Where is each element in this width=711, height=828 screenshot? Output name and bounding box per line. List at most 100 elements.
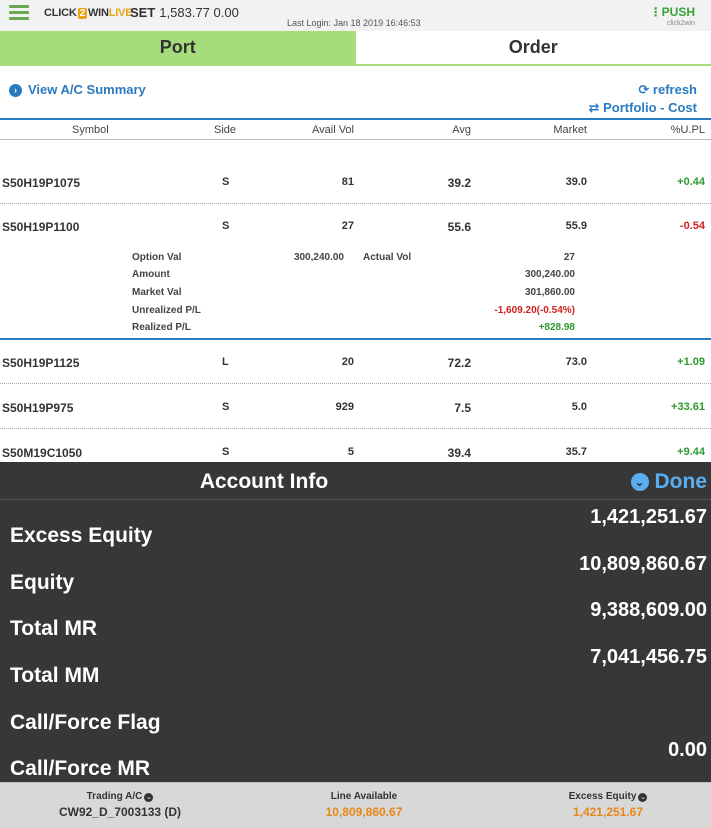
account-label: Call/Force MR	[10, 757, 151, 780]
table-row[interactable]: S50H19P1100 S 27 55.6 55.9 -0.54	[0, 204, 711, 248]
row-symbol: S50H19P1125	[2, 356, 80, 370]
footer-bar: Trading A/C ⌄ CW92_D_7003133 (D) Line Ava…	[0, 782, 711, 828]
realized-label: Realized P/L	[132, 322, 191, 333]
row-avail-vol: 20	[341, 356, 354, 368]
index-ticker: SET 1,583.77 0.00	[130, 5, 239, 20]
brand-logo: CLICK 2 WINLIVE	[44, 7, 133, 19]
row-avg: 39.4	[447, 446, 471, 460]
table-row[interactable]: S50H19P1075 S 81 39.2 39.0 +0.44	[0, 160, 711, 204]
tab-order[interactable]: Order	[355, 31, 711, 64]
menu-icon[interactable]	[9, 5, 29, 21]
actual-vol: 27	[563, 252, 575, 263]
row-market: 35.7	[565, 446, 587, 458]
row-detail-panel: Option Val 300,240.00 Actual Vol 27 Amou…	[0, 248, 711, 340]
push-button[interactable]: ⋮PUSH click2win	[650, 6, 695, 27]
refresh-icon: ⟳	[638, 82, 650, 97]
row-symbol: S50H19P1075	[2, 176, 81, 190]
row-market: 5.0	[571, 401, 587, 413]
line-available: Line Available 10,809,860.67	[325, 791, 403, 819]
account-label: Total MR	[10, 617, 98, 640]
index-name: SET	[130, 5, 156, 20]
unrealized-value: -1,609.20(-0.54%)	[494, 305, 575, 316]
account-value: 1,421,251.67	[590, 506, 707, 528]
account-row-call-force-flag: Call/Force Flag	[0, 693, 711, 739]
header-avail-vol: Avail Vol	[312, 124, 354, 136]
row-avail-vol: 27	[341, 220, 354, 232]
account-value: 0.00	[668, 739, 707, 761]
index-value: 1,583.77 0.00	[159, 5, 239, 20]
portfolio-cost-toggle[interactable]: ⇄ Portfolio - Cost	[589, 100, 697, 116]
account-info-title: Account Info	[199, 470, 329, 493]
row-upl: +9.44	[677, 446, 705, 458]
option-val-label: Option Val	[132, 252, 182, 263]
header-avg: Avg	[452, 124, 471, 136]
row-avail-vol: 929	[335, 401, 354, 413]
main-tabs: Port Order	[0, 31, 711, 66]
chevron-down-icon: ⌄	[638, 793, 648, 802]
market-val: 301,860.00	[524, 287, 575, 298]
account-label: Excess Equity	[10, 524, 153, 547]
view-summary-link[interactable]: › View A/C Summary	[9, 82, 146, 97]
header-upl: %U.PL	[670, 124, 705, 136]
account-value: 7,041,456.75	[590, 646, 707, 668]
top-bar: CLICK 2 WINLIVE SET 1,583.77 0.00 Last Logi…	[0, 0, 711, 31]
actual-vol-label: Actual Vol	[363, 252, 412, 263]
row-avail-vol: 81	[341, 176, 354, 188]
row-symbol: S50H19P975	[2, 401, 74, 415]
account-value: 10,809,860.67	[579, 553, 707, 575]
header-side: Side	[214, 124, 237, 136]
refresh-button[interactable]: ⟳ refresh	[638, 82, 697, 98]
row-market: 55.9	[565, 220, 587, 232]
done-button[interactable]: ⌄ Done	[630, 470, 707, 494]
line-available-value: 10,809,860.67	[325, 805, 403, 819]
row-market: 73.0	[565, 356, 587, 368]
chevron-down-icon: ⌄	[630, 473, 649, 491]
account-row-total-mr: Total MR 9,388,609.00	[0, 599, 711, 645]
option-val: 300,240.00	[293, 252, 344, 263]
row-avg: 39.2	[447, 176, 471, 190]
row-upl: +33.61	[671, 401, 705, 413]
push-icon: ⋮	[649, 5, 662, 19]
trading-account-selector[interactable]: Trading A/C ⌄ CW92_D_7003133 (D)	[40, 791, 200, 819]
account-row-total-mm: Total MM 7,041,456.75	[0, 646, 711, 692]
row-market: 39.0	[565, 176, 587, 188]
account-info-header: Account Info ⌄ Done	[0, 462, 711, 500]
row-side: S	[222, 176, 230, 188]
realized-value: +828.98	[538, 322, 575, 333]
tab-port[interactable]: Port	[0, 31, 356, 64]
action-bar: › View A/C Summary ⟳ refresh ⇄ Portfolio …	[0, 66, 711, 118]
row-upl: +0.44	[677, 176, 705, 188]
account-label: Total MM	[10, 664, 100, 687]
row-avg: 72.2	[447, 356, 471, 370]
excess-equity-selector[interactable]: Excess Equity ⌄ 1,421,251.67	[528, 791, 688, 819]
row-avg: 7.5	[454, 401, 471, 415]
trading-account-value: CW92_D_7003133 (D)	[58, 805, 182, 819]
row-upl: +1.09	[677, 356, 705, 368]
table-header: Symbol Side Avail Vol Avg Market %U.PL	[0, 118, 711, 140]
swap-icon: ⇄	[588, 100, 600, 115]
unrealized-label: Unrealized P/L	[132, 305, 201, 316]
push-sub: click2win	[666, 20, 695, 27]
table-row[interactable]: S50H19P975 S 929 7.5 5.0 +33.61	[0, 385, 711, 429]
header-market: Market	[553, 124, 587, 136]
account-value: 9,388,609.00	[590, 599, 707, 621]
chevron-right-circle-icon: ›	[9, 84, 22, 97]
header-symbol: Symbol	[72, 124, 109, 136]
account-label: Call/Force Flag	[10, 711, 161, 734]
amount: 300,240.00	[524, 269, 575, 280]
table-row[interactable]: S50H19P1125 L 20 72.2 73.0 +1.09	[0, 340, 711, 384]
row-side: S	[222, 446, 230, 458]
excess-equity-value: 1,421,251.67	[572, 805, 644, 819]
account-row-equity: Equity 10,809,860.67	[0, 553, 711, 599]
row-side: S	[222, 401, 230, 413]
account-info-overlay: Account Info ⌄ Done Excess Equity 1,421,2…	[0, 462, 711, 782]
row-side: S	[222, 220, 230, 232]
row-side: L	[222, 356, 229, 368]
row-symbol: S50M19C1050	[2, 446, 83, 460]
row-avail-vol: 5	[347, 446, 354, 458]
chevron-down-icon: ⌄	[144, 793, 154, 802]
market-val-label: Market Val	[132, 287, 182, 298]
last-login: Last Login: Jan 18 2019 16:46:53	[287, 18, 421, 28]
account-row-call-force-mr: Call/Force MR 0.00	[0, 739, 711, 785]
row-avg: 55.6	[447, 220, 471, 234]
